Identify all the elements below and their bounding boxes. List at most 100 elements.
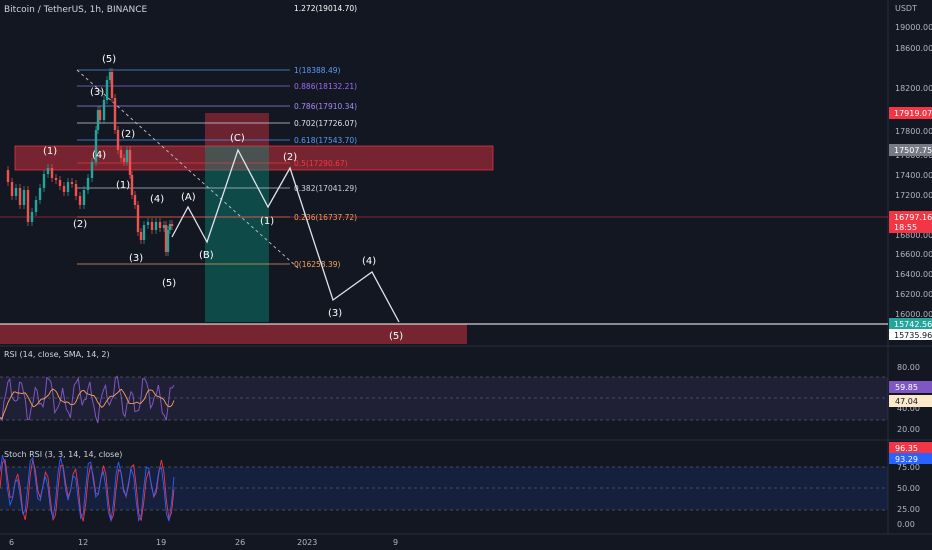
wave-1-left: (1) xyxy=(43,146,57,157)
badge-box-top: 17507.75 xyxy=(894,146,932,155)
candle-body xyxy=(82,190,86,205)
candle-body xyxy=(125,150,129,162)
candle-body xyxy=(110,72,114,98)
candle-body xyxy=(18,188,22,205)
rsi-value: 59.85 xyxy=(895,383,918,392)
stoch-band xyxy=(0,467,888,510)
wave-4-left: (4) xyxy=(92,150,106,161)
candle-body xyxy=(90,162,94,178)
price-tick: 16200.00 xyxy=(895,290,932,299)
badge-last-price: 16797.16 xyxy=(894,213,932,222)
wave-C: (C) xyxy=(230,133,245,144)
candle-body xyxy=(74,184,78,196)
candle-body xyxy=(38,188,42,200)
candle-body xyxy=(70,182,74,184)
fib-level-label: 0(16258.39) xyxy=(294,260,340,269)
candle-body xyxy=(105,80,109,100)
candle-body xyxy=(142,225,146,240)
time-tick: 6 xyxy=(9,538,14,547)
badge-target: 17919.07 xyxy=(894,109,932,118)
candle-body xyxy=(66,182,70,192)
candle-body xyxy=(113,98,117,130)
wave-A: (A) xyxy=(181,192,196,203)
fib-level-label: 0.618(17543.70) xyxy=(294,136,357,145)
wave-4b: (4) xyxy=(150,194,164,205)
candle-body xyxy=(42,174,46,188)
price-axis[interactable]: 19000.0018600.0018200.0017800.0017600.00… xyxy=(895,23,932,319)
candle-body xyxy=(78,196,82,205)
candle-body xyxy=(158,222,162,228)
wave-3b: (3) xyxy=(129,253,143,264)
fib-level-label: 1.272(19014.70) xyxy=(294,4,357,13)
wave-4-proj: (4) xyxy=(362,256,376,267)
fib-level-label: 0.382(17041.29) xyxy=(294,184,357,193)
time-tick: 2023 xyxy=(297,538,317,547)
candle-body xyxy=(170,224,174,226)
fib-level-label: 0.786(17910.34) xyxy=(294,102,357,111)
wave-2-proj: (2) xyxy=(283,152,297,163)
candle-body xyxy=(139,232,143,240)
rsi-ma-value: 47.04 xyxy=(895,397,918,406)
stoch-k-value: 93.29 xyxy=(895,455,918,464)
stoch-title: Stoch RSI (3, 3, 14, 14, close) xyxy=(4,450,122,459)
fib-level-label: 0.886(18132.21) xyxy=(294,82,357,91)
candle-body xyxy=(86,178,90,190)
price-tick: 17800.00 xyxy=(895,127,932,136)
candle-body xyxy=(130,175,134,195)
price-tick: 16600.00 xyxy=(895,250,932,259)
candle-body xyxy=(22,190,26,205)
currency-label: USDT xyxy=(895,4,917,13)
wave-5-top: (5) xyxy=(102,54,116,65)
candle-body xyxy=(10,182,14,196)
chart-canvas[interactable]: Bitcoin / TetherUS, 1h, BINANCE USDT 190… xyxy=(0,0,932,550)
wave-2: (2) xyxy=(121,129,135,140)
stoch-d-value: 96.35 xyxy=(895,444,918,453)
candle-body xyxy=(102,100,106,120)
candle-body xyxy=(133,195,137,205)
stoch-tick: 50.00 xyxy=(897,484,920,493)
stoch-tick: 25.00 xyxy=(897,505,920,514)
time-axis[interactable]: 6 12 19 26 2023 9 xyxy=(9,538,398,547)
candle-body xyxy=(6,170,10,182)
fib-level-label: 0.702(17726.07) xyxy=(294,119,357,128)
candle-body xyxy=(119,150,123,158)
candle-body xyxy=(34,200,38,212)
candle-body xyxy=(150,222,154,230)
wave-3-proj: (3) xyxy=(328,308,342,319)
wave-1-proj: (1) xyxy=(260,216,274,227)
rsi-tick: 80.00 xyxy=(897,363,920,372)
time-tick: 26 xyxy=(235,538,245,547)
badge-low-green: 15742.56 xyxy=(894,320,932,329)
wave-B: (B) xyxy=(199,250,214,261)
candle-body xyxy=(62,186,66,192)
stoch-axis: 75.00 50.00 25.00 0.00 xyxy=(897,463,920,529)
price-tick: 16000.00 xyxy=(895,310,932,319)
candle-body xyxy=(26,190,30,222)
price-tick: 16400.00 xyxy=(895,270,932,279)
candle-body xyxy=(146,222,150,225)
price-tick: 17200.00 xyxy=(895,191,932,200)
wave-1: (1) xyxy=(116,180,130,191)
candle-body xyxy=(98,110,102,120)
candle-body xyxy=(54,178,58,180)
rsi-tick: 20.00 xyxy=(897,425,920,434)
price-tick: 18200.00 xyxy=(895,84,932,93)
wave-5-proj: (5) xyxy=(389,331,403,342)
candle-body xyxy=(154,222,158,230)
candle-body xyxy=(116,130,120,150)
fib-level-label: 0.5(17290.67) xyxy=(294,159,348,168)
rsi-title: RSI (14, close, SMA, 14, 2) xyxy=(4,350,110,359)
price-tick: 18600.00 xyxy=(895,44,932,53)
fib-level-label: 1(18388.49) xyxy=(294,66,340,75)
stoch-tick: 75.00 xyxy=(897,463,920,472)
time-tick: 9 xyxy=(393,538,398,547)
candle-body xyxy=(46,168,50,174)
candle-body xyxy=(166,230,170,252)
candle-body xyxy=(128,150,132,175)
wave-2-left: (2) xyxy=(73,219,87,230)
time-tick: 19 xyxy=(156,538,166,547)
candle-body xyxy=(14,188,18,196)
candle-body xyxy=(50,168,54,178)
badge-low-white: 15735.96 xyxy=(894,331,932,340)
candle-body xyxy=(122,158,126,162)
